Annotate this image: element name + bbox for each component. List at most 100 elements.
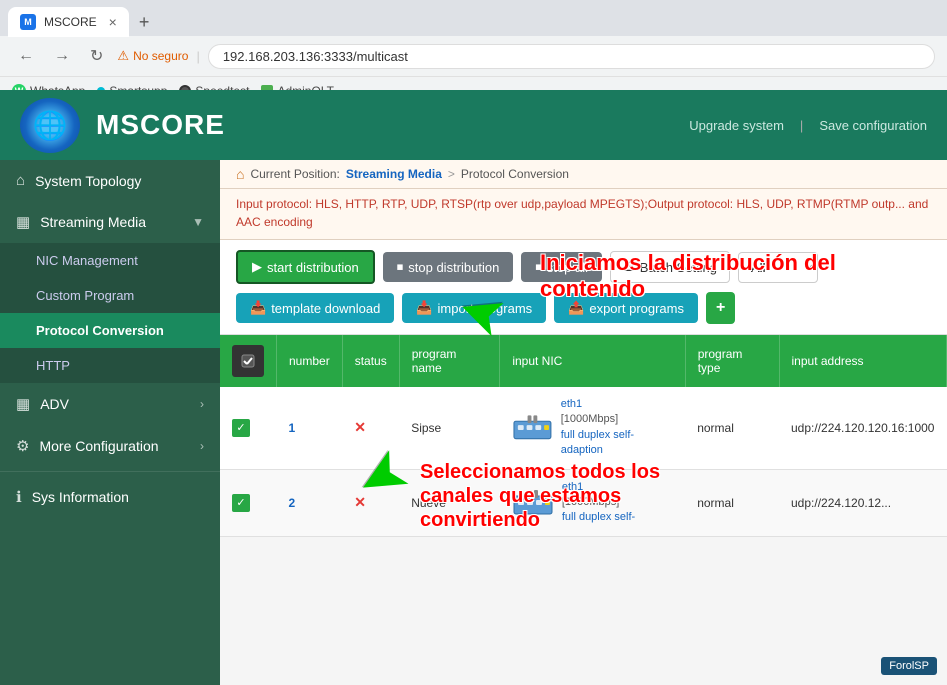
chevron-right-icon: › — [200, 397, 204, 411]
nic-duplex: full duplex self-adaption — [561, 428, 673, 459]
export-programs-button[interactable]: 📤 export programs — [554, 293, 698, 323]
home-breadcrumb-icon: ⌂ — [236, 166, 244, 182]
browser-chrome: M MSCORE × + ← → ↻ ⚠ No seguro | 192.168… — [0, 0, 947, 90]
sidebar-sub-label: NIC Management — [36, 253, 138, 268]
sidebar-item-system-topology[interactable]: ⌂ System Topology — [0, 160, 220, 201]
header-sep: | — [800, 118, 803, 133]
row-number: 1 — [277, 387, 343, 469]
sidebar-label: ADV — [40, 396, 69, 412]
sidebar-label: Streaming Media — [40, 214, 146, 230]
breadcrumb-sep: > — [448, 167, 455, 181]
header-input-nic: input NIC — [500, 335, 685, 387]
start-distribution-button[interactable]: ▶ start distribution — [236, 250, 375, 284]
active-tab[interactable]: M MSCORE × — [8, 7, 129, 37]
row-num-label: 2 — [289, 496, 296, 510]
new-tab-button[interactable]: + — [131, 8, 158, 37]
export-icon: 📤 — [568, 300, 584, 316]
sidebar-item-http[interactable]: HTTP — [0, 348, 220, 383]
filter-select[interactable]: All Normal Error — [738, 252, 818, 283]
upgrade-system-link[interactable]: Upgrade system — [689, 118, 784, 133]
play-icon: ▶ — [252, 259, 262, 275]
row-program-name: Sipse — [399, 387, 500, 469]
row-checkbox[interactable] — [232, 419, 250, 437]
content-inner: Iniciamos la distribución del contenido … — [220, 240, 947, 537]
sidebar-submenu-streaming: NIC Management Custom Program Protocol C… — [0, 243, 220, 383]
breadcrumb-section[interactable]: Streaming Media — [346, 167, 442, 181]
security-badge: ⚠ No seguro — [117, 48, 188, 64]
breadcrumb-page: Protocol Conversion — [461, 167, 569, 181]
table-row: 2 ✕ Nueve — [220, 469, 947, 536]
sidebar-label: More Configuration — [39, 438, 158, 454]
toolbar-row2: 📥 template download 📥 import programs 📤 … — [236, 292, 931, 324]
back-button[interactable]: ← — [12, 43, 40, 69]
app-wrapper: 🌐 MSCORE Upgrade system | Save configura… — [0, 90, 947, 685]
home-icon: ⌂ — [16, 172, 25, 189]
adv-icon: ▦ — [16, 395, 30, 413]
import-icon: 📥 — [416, 300, 432, 316]
sidebar-item-protocol-conversion[interactable]: Protocol Conversion — [0, 313, 220, 348]
nic-duplex: full duplex self- — [562, 510, 635, 525]
address-bar[interactable]: 192.168.203.136:3333/multicast — [208, 44, 935, 69]
row-num-label: 1 — [289, 421, 296, 435]
header-checkbox-cell[interactable] — [220, 335, 277, 387]
row-checkbox-cell[interactable] — [220, 387, 277, 469]
download-icon: 📥 — [250, 300, 266, 316]
sidebar-label: Sys Information — [32, 489, 129, 505]
stop-all-button[interactable]: ⏹ stop all — [521, 252, 602, 282]
batch-setting-button[interactable]: ☰ Batch Setting — [610, 251, 730, 283]
btn-label: import programs — [438, 301, 533, 316]
stop-distribution-button[interactable]: ⏹ stop distribution — [383, 252, 514, 282]
tab-favicon: M — [20, 14, 36, 30]
template-download-button[interactable]: 📥 template download — [236, 293, 394, 323]
sidebar-item-adv[interactable]: ▦ ADV › — [0, 383, 220, 425]
stop-all-icon: ⏹ — [535, 259, 542, 275]
grid-icon: ▦ — [16, 213, 30, 231]
row-program-name: Nueve — [399, 469, 500, 536]
sidebar-item-custom-program[interactable]: Custom Program — [0, 278, 220, 313]
info-text-bar: Input protocol: HLS, HTTP, RTP, UDP, RTS… — [220, 189, 947, 240]
row-checkbox-cell[interactable] — [220, 469, 277, 536]
tab-bar: M MSCORE × + — [0, 0, 947, 36]
add-program-button[interactable]: + — [706, 292, 735, 324]
row-input-address: udp://224.120.120.16:1000 — [779, 387, 947, 469]
select-all-checkbox[interactable] — [232, 345, 264, 377]
forolsp-badge: ForolSP — [881, 657, 937, 675]
tab-title: MSCORE — [44, 15, 97, 29]
row-input-address: udp://224.120.12... — [779, 469, 947, 536]
btn-label: template download — [271, 301, 380, 316]
header-input-address: input address — [779, 335, 947, 387]
header-status: status — [342, 335, 399, 387]
sidebar-sub-label: Custom Program — [36, 288, 134, 303]
btn-label: start distribution — [267, 260, 359, 275]
forward-button[interactable]: → — [48, 43, 76, 69]
row-number: 2 — [277, 469, 343, 536]
nic-name: eth1 — [562, 480, 635, 495]
header-number: number — [277, 335, 343, 387]
address-text: 192.168.203.136:3333/multicast — [223, 49, 408, 64]
warning-icon: ⚠ — [117, 48, 129, 64]
app-logo: 🌐 — [20, 98, 80, 153]
sidebar: ⌂ System Topology ▦ Streaming Media ▼ NI… — [0, 160, 220, 685]
import-programs-button[interactable]: 📥 import programs — [402, 293, 546, 323]
content-area: ⌂ System Topology ▦ Streaming Media ▼ NI… — [0, 160, 947, 685]
reload-button[interactable]: ↻ — [84, 42, 109, 70]
header-program-name: program name — [399, 335, 500, 387]
table-row: 1 ✕ Sipse — [220, 387, 947, 469]
toolbar-row1: ▶ start distribution ⏹ stop distribution… — [236, 250, 931, 284]
sidebar-item-sys-information[interactable]: ℹ Sys Information — [0, 476, 220, 518]
nic-info: eth1 [1000Mbps] full duplex self- — [562, 480, 635, 526]
sidebar-item-streaming-media[interactable]: ▦ Streaming Media ▼ — [0, 201, 220, 243]
row-nic: eth1 [1000Mbps] full duplex self-adaptio… — [500, 387, 685, 469]
nic-speed: [1000Mbps] — [562, 495, 635, 510]
save-config-link[interactable]: Save configuration — [819, 118, 927, 133]
header-program-type: program type — [685, 335, 779, 387]
row-program-type: normal — [685, 469, 779, 536]
sidebar-item-nic-management[interactable]: NIC Management — [0, 243, 220, 278]
sidebar-item-more-configuration[interactable]: ⚙ More Configuration › — [0, 425, 220, 467]
nic-name: eth1 — [561, 397, 673, 412]
status-x-icon: ✕ — [354, 494, 366, 510]
tab-close-button[interactable]: × — [109, 14, 117, 30]
row-checkbox[interactable] — [232, 494, 250, 512]
table-wrapper: number status program name input NIC pro… — [220, 335, 947, 537]
status-x-icon: ✕ — [354, 419, 366, 435]
